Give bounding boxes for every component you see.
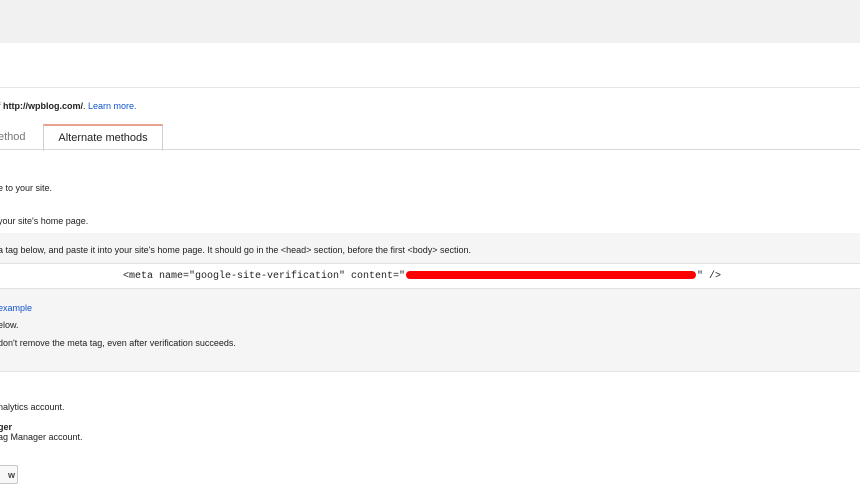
verify-intro: f http://wpblog.com/. Learn more. [0, 100, 137, 112]
meta-tag-prefix: <meta name="google-site-verification" co… [123, 271, 406, 282]
tab-alternate-methods[interactable]: Alternate methods [43, 124, 163, 151]
site-url: http://wpblog.com/ [3, 101, 84, 111]
tab-recommended-method[interactable]: ethod [0, 131, 26, 143]
meta-tag-suffix: " /> [697, 271, 722, 282]
tab-divider [0, 149, 860, 150]
example-link[interactable]: example [0, 302, 32, 314]
verify-button[interactable]: w [0, 465, 18, 484]
learn-more-link[interactable]: Learn more. [88, 101, 137, 111]
sub-header [0, 43, 860, 88]
tag-manager-desc: ag Manager account. [0, 432, 83, 442]
step-add-to-site: e to your site. [0, 183, 53, 193]
instruction-text: a tag below, and paste it into your site… [0, 245, 472, 255]
meta-tag-code[interactable]: <meta name="google-site-verification" co… [123, 271, 721, 283]
step-home-page: your site's home page. [0, 216, 89, 226]
redaction-mark [406, 271, 697, 280]
details-band [0, 289, 860, 372]
warning-text: don't remove the meta tag, even after ve… [0, 338, 236, 348]
analytics-method-text: nalytics account. [0, 402, 65, 412]
below-text: elow. [0, 320, 19, 330]
top-bar [0, 0, 860, 43]
